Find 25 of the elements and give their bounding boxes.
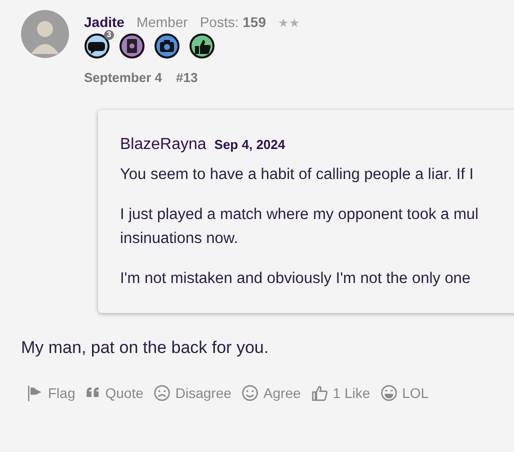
username-link[interactable]: Jadite [84, 14, 124, 30]
quote-text: I just played a match where my opponent took a mul insinuations now. [120, 205, 480, 249]
post-text: My man, pat on the back for you. [21, 338, 270, 358]
quote-author[interactable]: BlazeRayna [120, 136, 206, 154]
avatar[interactable] [21, 10, 69, 58]
rank-stars: ★★ [278, 16, 300, 30]
action-link[interactable]: LOL [402, 385, 429, 401]
action-link[interactable]: Disagree [175, 385, 232, 401]
flag-icon[interactable] [26, 384, 44, 402]
action-link[interactable]: Flag [48, 385, 76, 401]
laugh-icon[interactable] [380, 384, 398, 402]
post-count: Posts: 159 [200, 14, 266, 30]
action-link[interactable]: 1 Like [332, 385, 370, 401]
post-number[interactable]: #13 [176, 70, 198, 85]
action-link[interactable]: Quote [105, 385, 144, 401]
user-role: Member [136, 14, 188, 30]
smile-icon[interactable] [241, 384, 260, 402]
action-link[interactable]: Agree [263, 385, 301, 401]
quote-text: I'm not mistaken and obviously I'm not the only one [120, 269, 472, 289]
post-date[interactable]: September 4 [84, 70, 162, 85]
frown-icon[interactable] [153, 384, 172, 402]
thumbs-up-icon[interactable] [310, 384, 329, 402]
count-badge: 3 [104, 30, 114, 40]
quote-date: Sep 4, 2024 [214, 137, 286, 152]
quote-text: You seem to have a habit of calling people a liar. If I [120, 165, 475, 185]
